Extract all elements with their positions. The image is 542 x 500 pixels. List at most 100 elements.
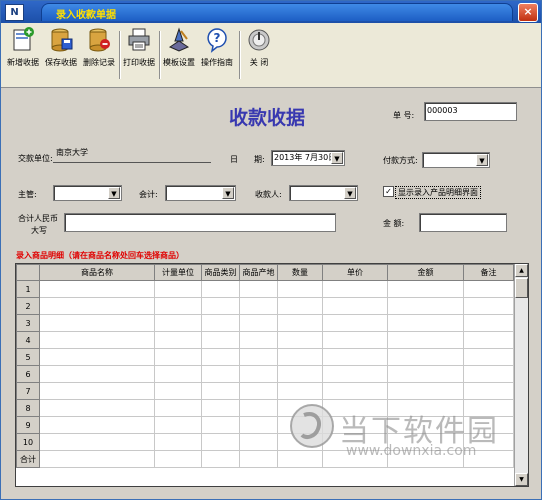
manager-select[interactable]: ▼ [53, 185, 122, 201]
table-cell[interactable] [154, 280, 202, 298]
table-cell[interactable] [277, 280, 323, 298]
table-cell[interactable] [39, 433, 155, 451]
table-cell[interactable] [463, 348, 514, 366]
table-cell[interactable] [239, 416, 278, 434]
table-cell[interactable] [322, 365, 388, 383]
table-cell[interactable] [387, 348, 464, 366]
number-field[interactable]: 000003 [424, 102, 517, 121]
table-cell[interactable] [322, 348, 388, 366]
table-cell[interactable] [239, 382, 278, 400]
table-cell[interactable] [154, 450, 202, 468]
table-cell[interactable] [463, 280, 514, 298]
table-cell[interactable] [277, 348, 323, 366]
table-cell[interactable] [39, 297, 155, 315]
table-cell[interactable] [201, 416, 240, 434]
template-settings-button[interactable]: 模板设置 [159, 27, 199, 68]
amount-field[interactable] [419, 213, 507, 232]
table-cell[interactable] [39, 365, 155, 383]
column-header[interactable]: 备注 [463, 264, 514, 281]
table-cell[interactable] [322, 314, 388, 332]
payee-select[interactable]: ▼ [289, 185, 358, 201]
accountant-select[interactable]: ▼ [165, 185, 236, 201]
table-cell[interactable] [201, 365, 240, 383]
table-cell[interactable] [39, 280, 155, 298]
table-cell[interactable] [201, 382, 240, 400]
table-cell[interactable] [154, 416, 202, 434]
table-cell[interactable] [39, 382, 155, 400]
table-cell[interactable] [277, 331, 323, 349]
table-cell[interactable] [154, 399, 202, 417]
column-header[interactable]: 商品类别 [201, 264, 240, 281]
chevron-down-icon[interactable]: ▼ [108, 187, 120, 199]
table-cell[interactable] [201, 331, 240, 349]
table-cell[interactable] [154, 433, 202, 451]
table-cell[interactable] [39, 348, 155, 366]
table-cell[interactable] [239, 331, 278, 349]
vertical-scrollbar[interactable]: ▲ ▼ [514, 264, 528, 486]
new-receipt-button[interactable]: 新增收据 [3, 27, 43, 68]
show-detail-checkbox[interactable]: ✓ [383, 186, 394, 197]
table-cell[interactable] [277, 382, 323, 400]
table-cell[interactable] [201, 314, 240, 332]
table-cell[interactable] [387, 297, 464, 315]
delete-record-button[interactable]: 删除记录 [79, 27, 119, 68]
table-cell[interactable] [322, 280, 388, 298]
table-cell[interactable] [39, 314, 155, 332]
chevron-down-icon[interactable]: ▼ [331, 152, 343, 164]
table-cell[interactable] [387, 382, 464, 400]
table-cell[interactable] [154, 331, 202, 349]
chevron-down-icon[interactable]: ▼ [222, 187, 234, 199]
column-header[interactable]: 数量 [277, 264, 323, 281]
chevron-down-icon[interactable]: ▼ [344, 187, 356, 199]
table-cell[interactable] [201, 280, 240, 298]
user-guide-button[interactable]: ? 操作指南 [197, 27, 237, 68]
payer-field[interactable]: 南京大学 [53, 147, 211, 163]
table-cell[interactable] [387, 280, 464, 298]
table-cell[interactable] [463, 382, 514, 400]
table-cell[interactable] [239, 365, 278, 383]
table-cell[interactable] [201, 297, 240, 315]
table-cell[interactable] [201, 433, 240, 451]
table-cell[interactable] [322, 331, 388, 349]
table-cell[interactable] [463, 297, 514, 315]
table-cell[interactable] [239, 433, 278, 451]
table-cell[interactable] [277, 365, 323, 383]
table-cell[interactable] [322, 382, 388, 400]
title-bar[interactable]: N 录入收款单据 × [1, 1, 541, 23]
table-cell[interactable] [277, 450, 323, 468]
close-button[interactable]: 关 闭 [239, 27, 279, 68]
table-cell[interactable] [39, 416, 155, 434]
app-logo-icon[interactable]: N [5, 4, 24, 21]
table-cell[interactable] [239, 399, 278, 417]
column-header[interactable]: 金额 [387, 264, 464, 281]
column-header[interactable]: 单价 [322, 264, 388, 281]
table-cell[interactable] [239, 280, 278, 298]
close-window-button[interactable]: × [518, 3, 538, 22]
table-cell[interactable] [387, 314, 464, 332]
table-cell[interactable] [201, 450, 240, 468]
table-cell[interactable] [322, 297, 388, 315]
table-cell[interactable] [387, 365, 464, 383]
table-cell[interactable] [39, 399, 155, 417]
print-receipt-button[interactable]: 打印收据 [119, 27, 159, 68]
table-cell[interactable] [277, 297, 323, 315]
table-cell[interactable] [154, 382, 202, 400]
table-cell[interactable] [201, 399, 240, 417]
table-cell[interactable] [239, 297, 278, 315]
save-receipt-button[interactable]: 保存收据 [41, 27, 81, 68]
table-cell[interactable] [154, 314, 202, 332]
show-detail-label[interactable]: 显示录入产品明细界面 [395, 186, 481, 199]
table-cell[interactable] [154, 365, 202, 383]
table-cell[interactable] [239, 348, 278, 366]
scroll-thumb[interactable] [515, 278, 528, 298]
payment-method-select[interactable]: ▼ [422, 152, 490, 168]
table-cell[interactable] [154, 348, 202, 366]
table-cell[interactable] [154, 297, 202, 315]
scroll-down-icon[interactable]: ▼ [515, 473, 528, 486]
table-cell[interactable] [463, 331, 514, 349]
chevron-down-icon[interactable]: ▼ [476, 154, 488, 166]
column-header[interactable]: 商品产地 [239, 264, 278, 281]
rmb-uppercase-field[interactable] [64, 213, 336, 232]
date-picker[interactable]: 2013年 7月30日 ▼ [271, 150, 345, 166]
table-cell[interactable] [277, 314, 323, 332]
